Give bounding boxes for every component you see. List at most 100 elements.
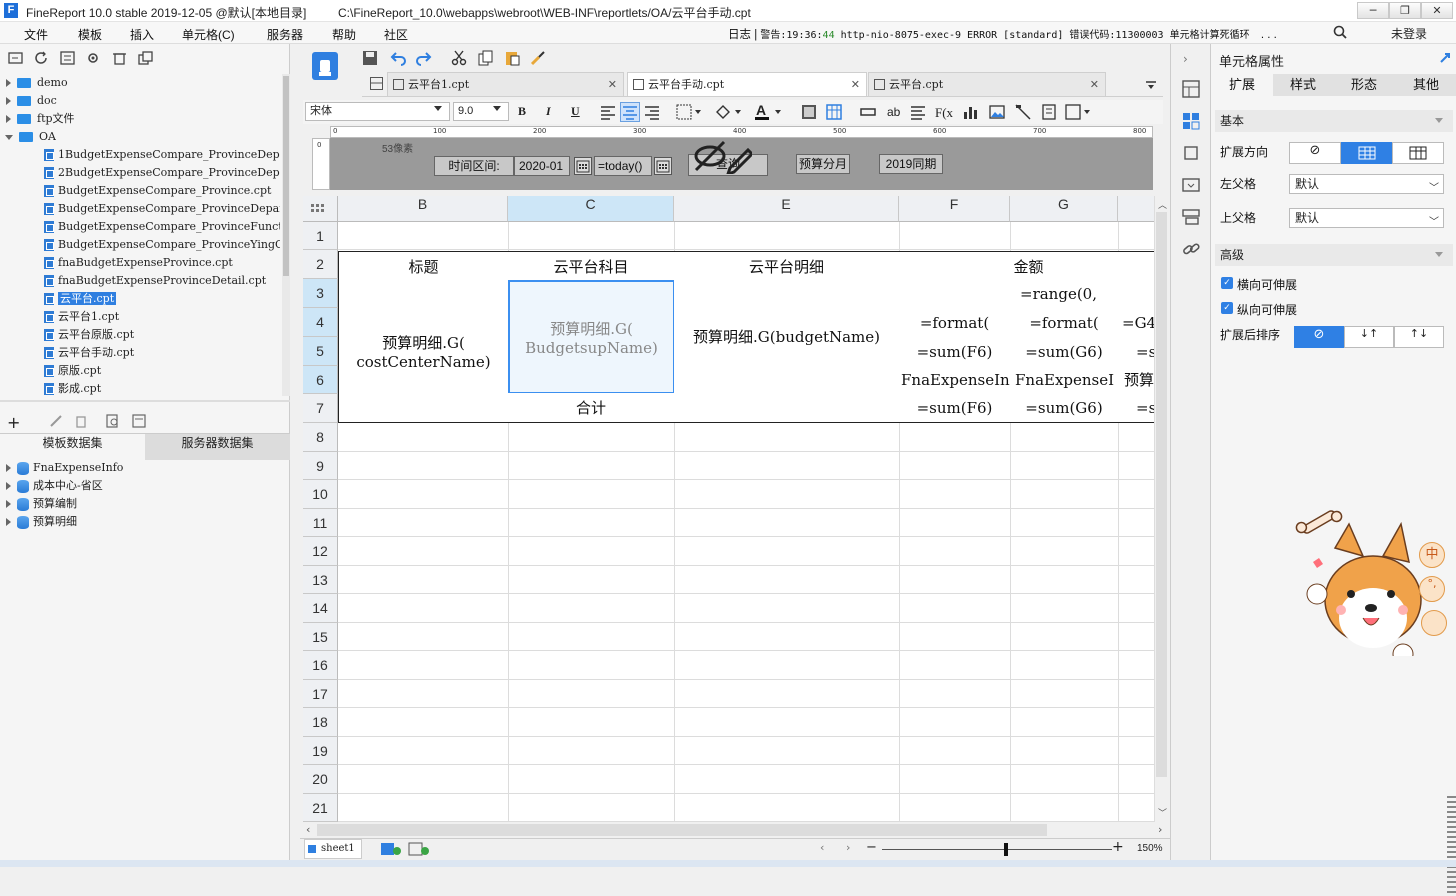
top-parent-select[interactable]: 默认 bbox=[1289, 208, 1444, 228]
restore-button[interactable]: ❐ bbox=[1389, 2, 1421, 19]
scroll-down-icon[interactable]: ﹀ bbox=[1158, 806, 1167, 819]
tree-file[interactable]: 2BudgetExpenseCompare_ProvinceDepartment… bbox=[44, 164, 280, 182]
section-basic[interactable]: 基本 bbox=[1215, 110, 1453, 132]
start-date-field[interactable]: 2020-01 bbox=[514, 156, 570, 176]
tree-file[interactable]: BudgetExpenseCompare_ProvinceFunction.cp… bbox=[44, 218, 280, 236]
gear-icon[interactable] bbox=[86, 51, 102, 65]
tree-file[interactable]: 影成.cpt bbox=[44, 380, 280, 396]
cell-e3[interactable]: 预算明细.G(budgetName) bbox=[674, 280, 900, 394]
menu-server[interactable]: 服务器 bbox=[267, 26, 303, 43]
dataset-item[interactable]: 预算明细 bbox=[6, 513, 77, 531]
cell-c2[interactable]: 云平台科目 bbox=[508, 251, 675, 281]
close-tab-icon[interactable]: ✕ bbox=[608, 73, 617, 97]
refresh-icon[interactable] bbox=[34, 51, 50, 65]
table-icon[interactable] bbox=[826, 104, 842, 120]
expand-vertical-button[interactable] bbox=[1341, 142, 1392, 164]
copy-icon[interactable] bbox=[138, 51, 154, 65]
scroll-up-icon[interactable]: ︿ bbox=[1158, 198, 1167, 211]
cell-h7[interactable]: =s bbox=[1118, 393, 1154, 423]
h-expand-checkbox[interactable]: ✓ bbox=[1221, 277, 1233, 289]
zoom-slider-thumb[interactable] bbox=[1004, 843, 1008, 856]
cell-h4[interactable]: =G4 bbox=[1118, 308, 1154, 338]
row-header[interactable]: 10 bbox=[303, 480, 338, 509]
undo-icon[interactable] bbox=[390, 50, 406, 66]
row-header[interactable]: 14 bbox=[303, 594, 338, 623]
text-cell-icon[interactable]: ab bbox=[886, 104, 902, 120]
widget-icon[interactable] bbox=[1182, 176, 1200, 194]
budget-month-button[interactable]: 预算分月 bbox=[796, 154, 850, 174]
expand-arrow-icon[interactable] bbox=[6, 482, 11, 490]
image-icon[interactable] bbox=[989, 104, 1005, 120]
cell-c7[interactable]: 合计 bbox=[508, 393, 675, 423]
tab-server-dataset[interactable]: 服务器数据集 bbox=[145, 434, 290, 460]
border-icon[interactable] bbox=[676, 104, 702, 120]
tree-file[interactable]: fnaBudgetExpenseProvinceDetail.cpt bbox=[44, 272, 280, 290]
italic-button[interactable]: I bbox=[546, 104, 551, 119]
expand-arrow-icon[interactable] bbox=[6, 79, 11, 87]
close-tab-icon[interactable]: ✕ bbox=[1090, 73, 1099, 97]
collapse-arrow-icon[interactable]: › bbox=[1183, 52, 1188, 66]
tree-scroll-thumb[interactable] bbox=[283, 76, 289, 276]
row-header[interactable]: 8 bbox=[303, 423, 338, 452]
menu-file[interactable]: 文件 bbox=[24, 26, 48, 43]
scroll-thumb[interactable] bbox=[1156, 212, 1167, 777]
section-advanced[interactable]: 高级 bbox=[1215, 244, 1453, 266]
tree-file[interactable]: 原版.cpt bbox=[44, 362, 280, 380]
expand-arrow-icon[interactable] bbox=[6, 500, 11, 508]
delete-dataset-icon[interactable] bbox=[74, 414, 88, 428]
align-left-icon[interactable] bbox=[600, 104, 616, 120]
sort-asc-icon[interactable]: ↓↑ bbox=[1344, 326, 1394, 348]
row-header[interactable]: 19 bbox=[303, 736, 338, 765]
doc-tab[interactable]: 云平台1.cpt ✕ bbox=[387, 72, 624, 96]
expand-horizontal-button[interactable] bbox=[1392, 142, 1444, 164]
tree-file-selected[interactable]: 云平台.cpt bbox=[44, 290, 280, 308]
column-header[interactable]: B bbox=[338, 196, 508, 222]
tree-file[interactable]: 云平台1.cpt bbox=[44, 308, 280, 326]
tree-folder-demo[interactable]: demo bbox=[6, 74, 68, 92]
left-parent-select[interactable]: 默认 bbox=[1289, 174, 1444, 194]
cell-g3[interactable]: =range(0, bbox=[1010, 280, 1119, 309]
same-period-button[interactable]: 2019同期 bbox=[879, 154, 943, 174]
copy-icon[interactable] bbox=[478, 50, 494, 66]
expand-arrow-icon[interactable] bbox=[6, 115, 11, 123]
cell-f2[interactable]: 金额 bbox=[899, 251, 1154, 281]
expand-none-button[interactable]: ⊘ bbox=[1289, 142, 1341, 164]
pin-icon[interactable] bbox=[1439, 52, 1451, 64]
format-brush-icon[interactable] bbox=[530, 50, 546, 66]
end-date-field[interactable]: =today() bbox=[594, 156, 652, 176]
underline-button[interactable]: U bbox=[571, 104, 580, 119]
tab-list-icon[interactable] bbox=[1144, 78, 1158, 92]
doc-tab-active[interactable]: 云平台手动.cpt ✕ bbox=[627, 72, 867, 96]
float-element-icon[interactable] bbox=[1182, 144, 1200, 162]
cell-e7[interactable] bbox=[674, 393, 900, 423]
login-link[interactable]: 未登录 bbox=[1391, 25, 1427, 42]
dataset-settings-icon[interactable] bbox=[132, 414, 146, 428]
row-header[interactable]: 16 bbox=[303, 651, 338, 680]
cell-g7[interactable]: =sum(G6) bbox=[1010, 393, 1119, 423]
vertical-scrollbar[interactable]: ︿ ﹀ bbox=[1154, 196, 1168, 822]
hyperlink-icon[interactable] bbox=[1182, 240, 1200, 258]
font-color-icon[interactable]: A bbox=[754, 102, 782, 122]
sort-none-button[interactable]: ⊘ bbox=[1294, 326, 1344, 348]
add-polysheet-icon[interactable] bbox=[408, 842, 430, 856]
calendar-icon[interactable] bbox=[654, 157, 672, 175]
align-right-icon[interactable] bbox=[644, 104, 660, 120]
row-header[interactable]: 4 bbox=[303, 308, 338, 337]
cell-f6[interactable]: FnaExpenseIn bbox=[899, 366, 1011, 394]
tree-file[interactable]: fnaBudgetExpenseProvince.cpt bbox=[44, 254, 280, 272]
font-size-select[interactable]: 9.0 bbox=[453, 102, 509, 121]
cell-f7[interactable]: =sum(F6) bbox=[899, 393, 1011, 423]
menu-insert[interactable]: 插入 bbox=[130, 26, 154, 43]
column-header[interactable] bbox=[1118, 196, 1154, 222]
collapse-arrow-icon[interactable] bbox=[5, 134, 13, 140]
zoom-out-button[interactable]: − bbox=[866, 840, 877, 855]
cell-h5[interactable]: =s bbox=[1118, 337, 1154, 367]
cell-g4[interactable]: =format( bbox=[1010, 308, 1119, 338]
hide-edit-icon[interactable] bbox=[692, 138, 755, 177]
row-header[interactable]: 21 bbox=[303, 793, 338, 822]
insert-row-icon[interactable] bbox=[860, 104, 876, 120]
zoom-slider-track[interactable] bbox=[882, 849, 1112, 850]
designer-mode-icon[interactable] bbox=[312, 52, 338, 80]
tree-folder-doc[interactable]: doc bbox=[6, 92, 57, 110]
tree-file[interactable]: 云平台手动.cpt bbox=[44, 344, 280, 362]
